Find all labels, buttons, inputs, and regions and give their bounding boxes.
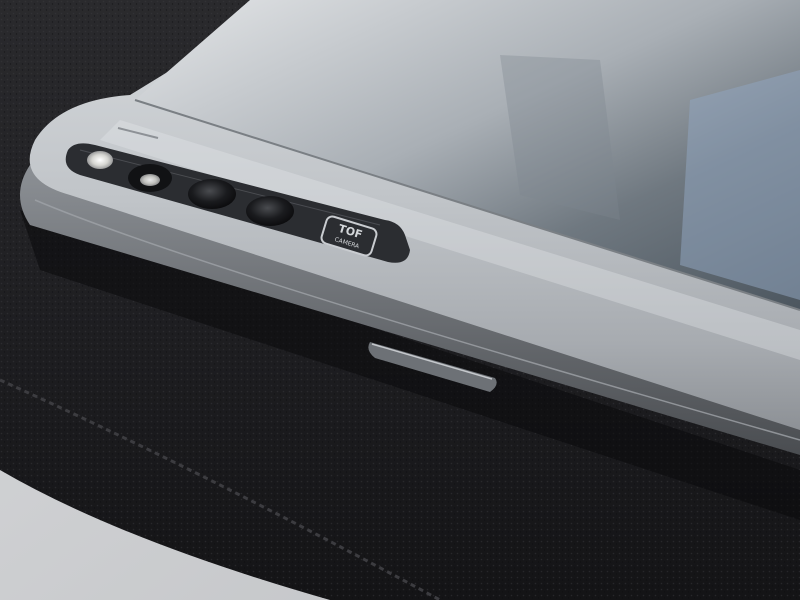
camera-lens-icon (246, 196, 294, 226)
photo-scene: TOF CAMERA (0, 0, 800, 600)
camera-lens-icon (188, 179, 236, 209)
screen-reflection (680, 70, 800, 300)
flash-icon (87, 151, 113, 169)
photo-illustration: TOF CAMERA (0, 0, 800, 600)
lens-reflection (140, 174, 160, 186)
